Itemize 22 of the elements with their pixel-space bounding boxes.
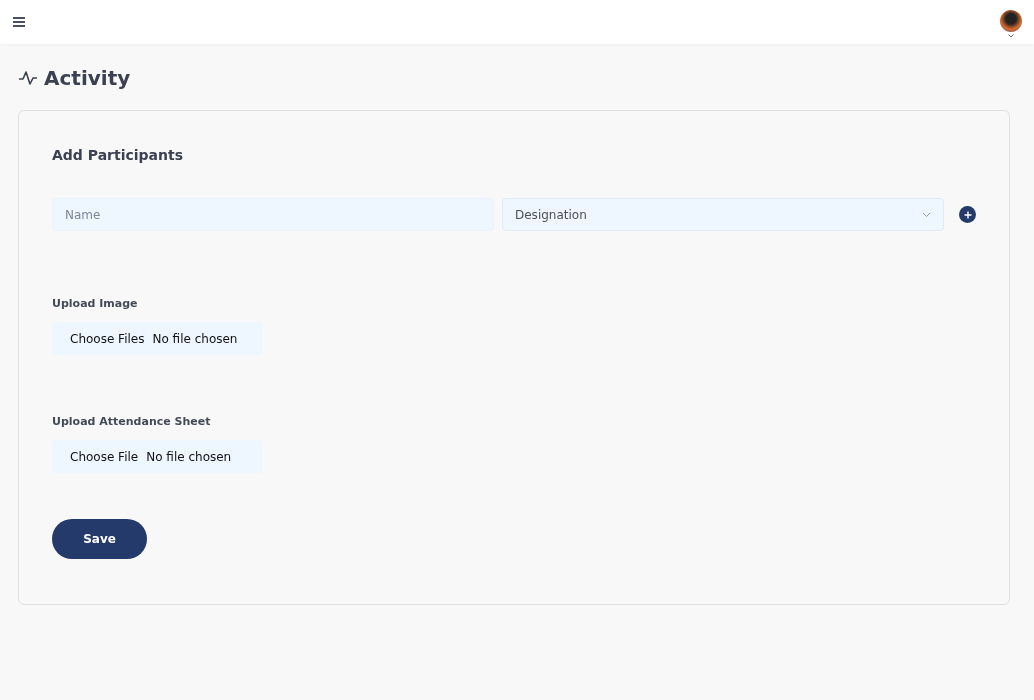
section-heading: Add Participants: [52, 147, 185, 163]
upload-label: Upload Attendance Sheet: [52, 415, 212, 428]
menu-button[interactable]: [12, 16, 26, 28]
chevron-down-icon: [1008, 34, 1014, 38]
save-button[interactable]: Save: [52, 519, 147, 559]
designation-select[interactable]: Designation: [502, 198, 944, 231]
choose-file-button[interactable]: Choose Files: [70, 331, 145, 346]
upload-label: Upload Image: [52, 297, 139, 310]
name-field[interactable]: Name: [52, 198, 494, 231]
file-input[interactable]: Choose Files No file chosen: [52, 322, 263, 355]
activity-icon: [18, 70, 38, 86]
file-status-text: No file chosen: [152, 331, 238, 346]
chevron-down-icon: [922, 211, 931, 218]
menu-icon: [12, 16, 26, 28]
add-button[interactable]: [959, 206, 976, 223]
file-status-text: No file chosen: [146, 449, 232, 464]
avatar-circle: [1000, 10, 1022, 32]
profile-button[interactable]: [1000, 10, 1022, 38]
plus-icon: [963, 210, 972, 219]
choose-file-button[interactable]: Choose File: [70, 449, 139, 464]
page-title: Activity: [44, 66, 131, 90]
file-input[interactable]: Choose File No file chosen: [52, 440, 263, 473]
